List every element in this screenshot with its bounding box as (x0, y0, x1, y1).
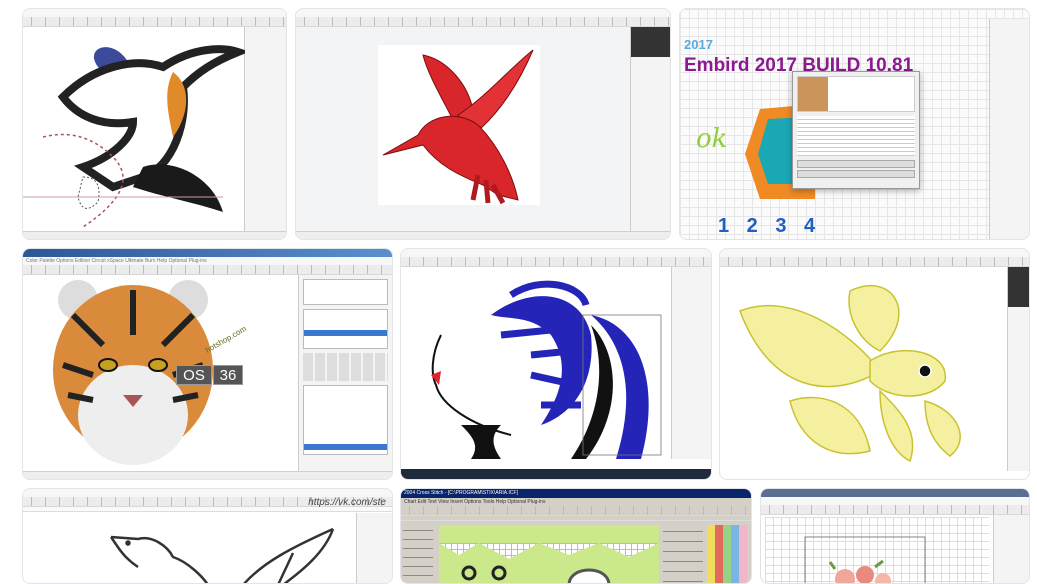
ruler (401, 516, 751, 521)
image-result-3[interactable]: 2017 Embird 2017 BUILD 10.81 ok 1 2 3 4 (679, 8, 1030, 240)
image-result-9[interactable] (760, 488, 1030, 584)
side-panel (993, 515, 1029, 583)
numbers-text: 1 2 3 4 (718, 215, 822, 237)
title-bar (23, 249, 392, 257)
menu-bar (720, 249, 1029, 257)
status-bar (296, 231, 670, 239)
stitch-pattern (439, 543, 659, 583)
toolbar (761, 505, 1029, 515)
image-result-6[interactable] (719, 248, 1030, 480)
image-result-2[interactable] (295, 8, 671, 240)
badge-os: OS (176, 365, 212, 385)
toolbar (401, 506, 751, 516)
title-bar (761, 489, 1029, 497)
stitch-grid (439, 525, 659, 583)
toolbar (23, 17, 286, 27)
hummingbird-illustration (23, 45, 245, 228)
color-palette-panel (1007, 267, 1029, 471)
toolbar (296, 17, 670, 27)
menu-bar: Color Palette Options Edition Circuit xS… (23, 257, 392, 265)
status-bar (23, 471, 392, 479)
status-bar (23, 231, 286, 239)
thread-list-panel (989, 19, 1029, 239)
image-result-5[interactable] (400, 248, 712, 480)
toolbar (401, 257, 711, 267)
toolbar (23, 265, 392, 275)
menu-bar (23, 9, 286, 17)
file-list-panel (298, 275, 392, 471)
image-result-8[interactable]: 2004 Cross Stitch - [C:\PROGRAM\STIX\ARI… (400, 488, 752, 584)
side-panel (671, 267, 711, 459)
properties-panel (356, 513, 392, 583)
stitch-tools (403, 522, 433, 583)
menu-bar (401, 249, 711, 257)
stitch-grid (765, 517, 989, 583)
red-hummingbird-illustration (382, 49, 534, 205)
watermark-url: https://vk.com/ste (308, 497, 386, 508)
about-dialog (792, 71, 920, 189)
color-palette-panel (630, 27, 670, 231)
bird-outline-illustration (109, 527, 335, 583)
menu-bar (23, 489, 392, 497)
year-label: 2017 (684, 37, 713, 52)
image-result-4[interactable]: Color Palette Options Edition Circuit xS… (22, 248, 393, 480)
properties-panel (244, 27, 286, 231)
taskbar (401, 469, 711, 479)
symbol-panel (663, 522, 703, 583)
goldfish-illustration (739, 285, 961, 463)
menu-bar (761, 497, 1029, 505)
badge-36: 36 (213, 365, 243, 385)
ok-doodle: ok (696, 124, 728, 154)
flower-pattern (804, 536, 926, 583)
woman-profile-illustration (431, 280, 662, 459)
menu-bar (296, 9, 670, 17)
color-palette (707, 525, 747, 583)
menu-bar: Chart Edit Text View Insert Options Tool… (401, 498, 751, 506)
toolbar (720, 257, 1029, 267)
window-title: 2004 Cross Stitch - [C:\PROGRAM\STIX\ARI… (401, 489, 751, 498)
image-result-1[interactable] (22, 8, 287, 240)
image-result-7[interactable]: https://vk.com/ste (22, 488, 393, 584)
